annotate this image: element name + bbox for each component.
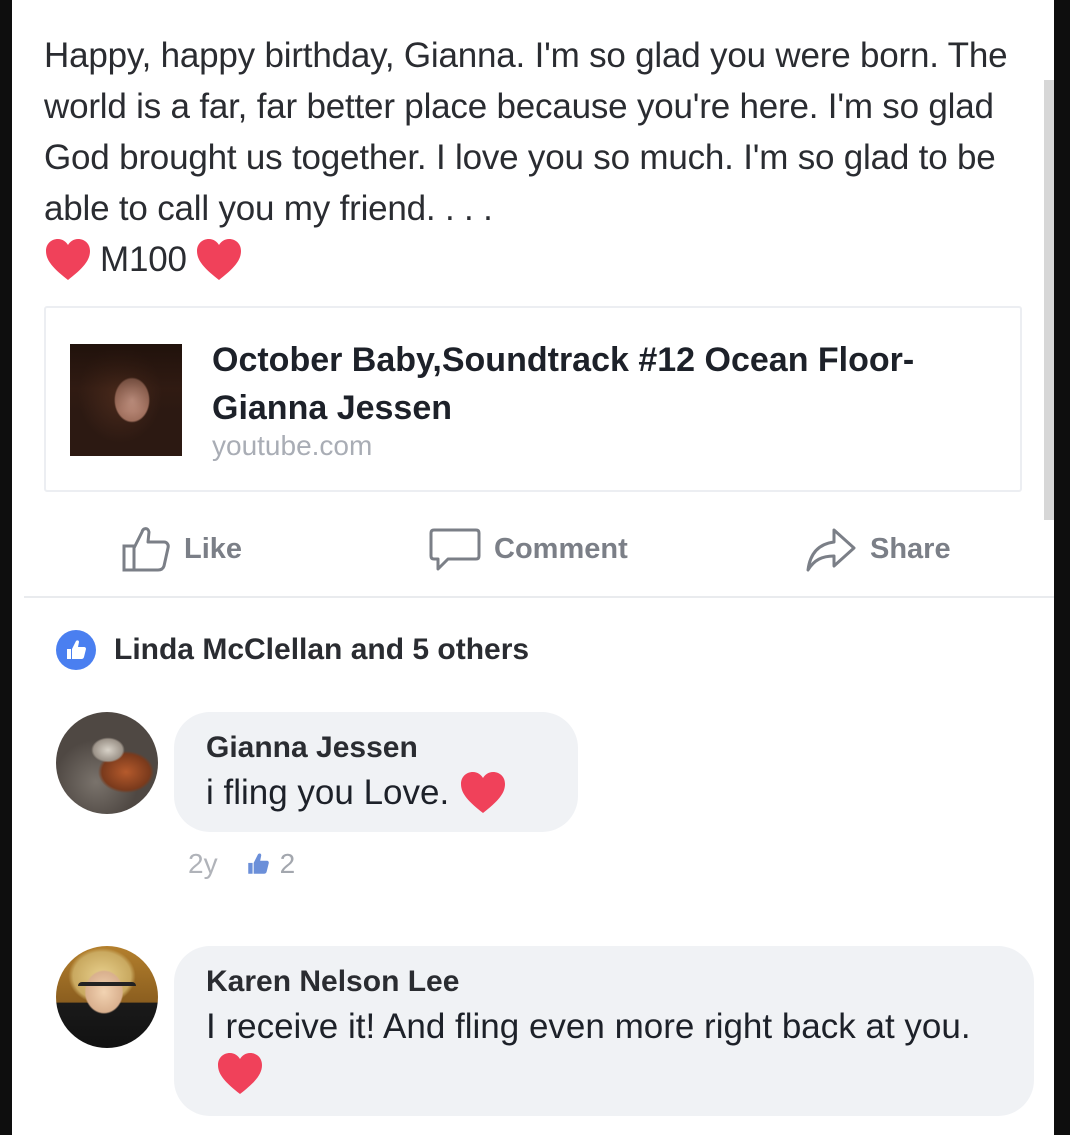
comment-text: I receive it! And fling even more right … bbox=[206, 1007, 971, 1046]
comment-text-row: I receive it! And fling even more right … bbox=[206, 1002, 1006, 1102]
link-title[interactable]: October Baby,Soundtrack #12 Ocean Floor-… bbox=[212, 336, 992, 432]
comment-bubble: Karen Nelson Lee I receive it! And fling… bbox=[174, 946, 1034, 1116]
comment-age[interactable]: 2y bbox=[188, 848, 218, 880]
post-action-bar: Like Comment Share bbox=[24, 510, 1054, 590]
post-body: Happy, happy birthday, Gianna. I'm so gl… bbox=[44, 30, 1034, 285]
comment-text: i fling you Love. bbox=[206, 773, 450, 812]
share-label: Share bbox=[870, 532, 951, 565]
signature-text: M100 bbox=[100, 240, 187, 279]
comment-author[interactable]: Gianna Jessen bbox=[206, 728, 550, 768]
link-preview-card[interactable]: October Baby,Soundtrack #12 Ocean Floor-… bbox=[44, 306, 1022, 492]
heart-icon bbox=[196, 238, 241, 280]
thumbs-up-icon bbox=[247, 853, 269, 874]
avatar[interactable] bbox=[56, 712, 158, 814]
comment-button[interactable]: Comment bbox=[428, 524, 628, 574]
comment-author[interactable]: Karen Nelson Lee bbox=[206, 962, 1006, 1002]
share-button[interactable]: Share bbox=[804, 524, 951, 574]
heart-icon bbox=[218, 1053, 262, 1094]
comment-label: Comment bbox=[494, 532, 628, 565]
thumbs-up-icon bbox=[122, 527, 170, 572]
share-arrow-icon bbox=[806, 528, 856, 572]
comment-icon bbox=[429, 528, 481, 571]
screenshot-frame: Happy, happy birthday, Gianna. I'm so gl… bbox=[0, 0, 1070, 1135]
comment-meta: 2y 2 bbox=[188, 848, 295, 880]
avatar[interactable] bbox=[56, 946, 158, 1048]
like-reaction-icon bbox=[56, 630, 96, 670]
comment-likes[interactable]: 2 bbox=[244, 848, 296, 880]
divider bbox=[24, 596, 1054, 598]
heart-icon bbox=[46, 238, 90, 280]
heart-icon bbox=[461, 772, 506, 813]
comment-like-count: 2 bbox=[279, 848, 296, 879]
comment-text-row: i fling you Love. bbox=[206, 768, 550, 818]
post-signature: M100 bbox=[44, 234, 1034, 285]
post-text: Happy, happy birthday, Gianna. I'm so gl… bbox=[44, 36, 1008, 228]
like-button[interactable]: Like bbox=[120, 524, 242, 574]
reactions-text: Linda McClellan and 5 others bbox=[114, 633, 530, 666]
edge-scrollbar[interactable] bbox=[1044, 80, 1054, 520]
comment-bubble: Gianna Jessen i fling you Love. bbox=[174, 712, 578, 832]
link-domain: youtube.com bbox=[212, 430, 373, 461]
reactions-summary[interactable]: Linda McClellan and 5 others bbox=[56, 630, 529, 670]
video-thumbnail[interactable] bbox=[70, 344, 182, 456]
like-label: Like bbox=[184, 532, 243, 565]
